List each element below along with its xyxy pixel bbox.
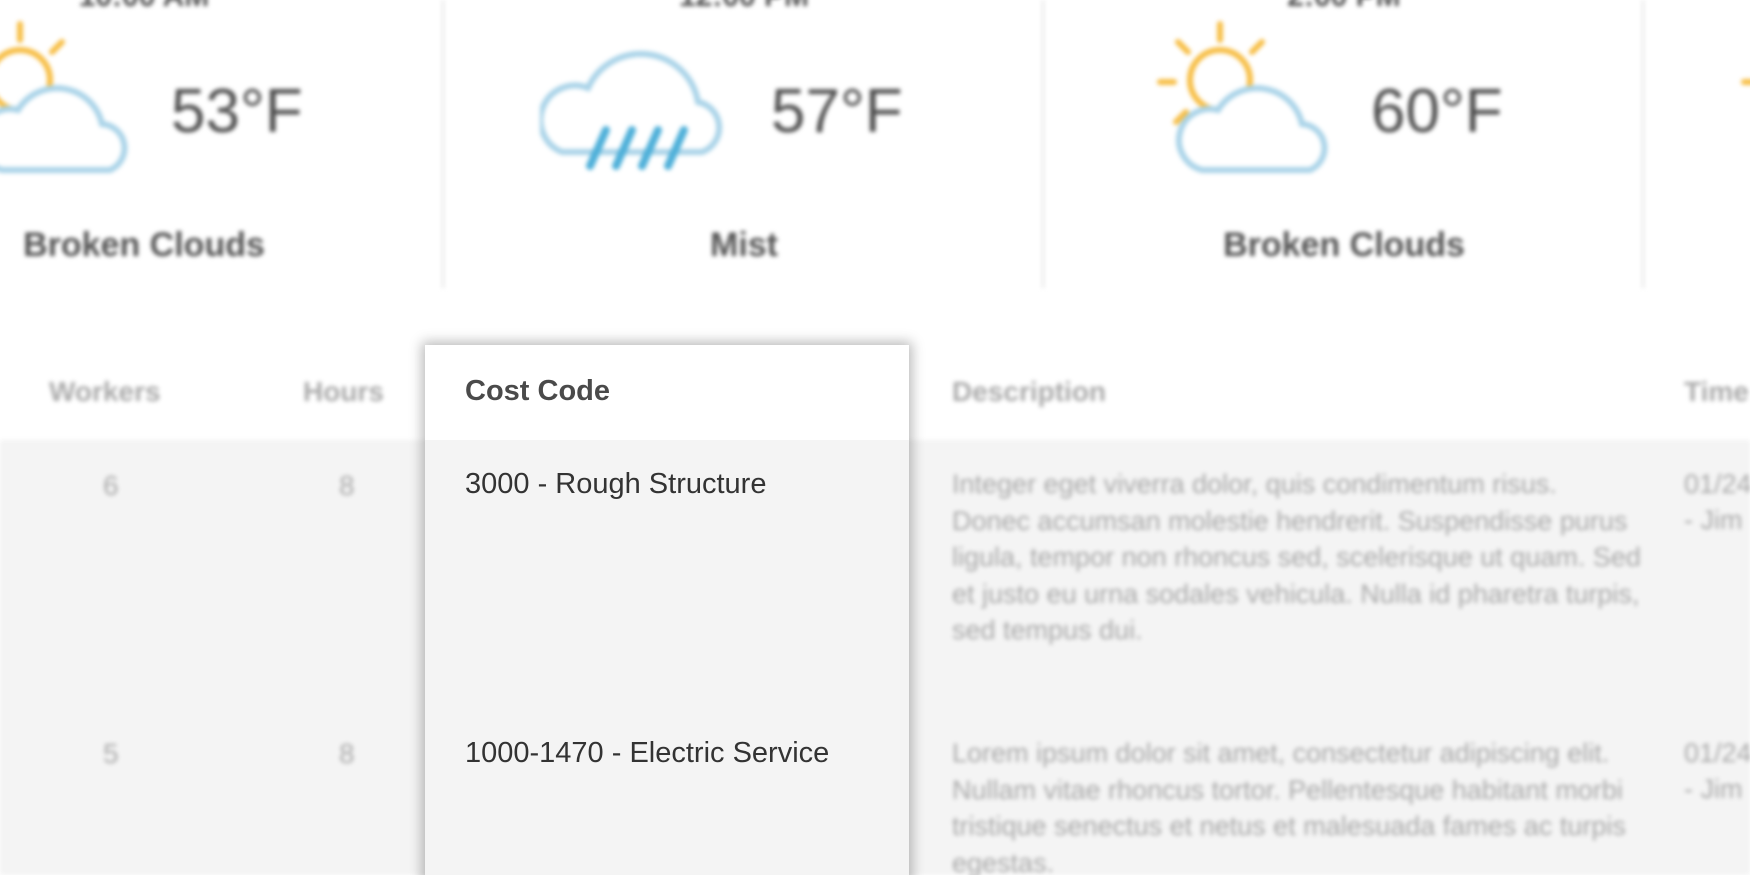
- cell-description: Lorem ipsum dolor sit amet, consectetur …: [952, 738, 1626, 875]
- cell-time-line: 01/24: [1684, 738, 1750, 768]
- cell-hours: 8: [339, 738, 355, 769]
- column-header-hours[interactable]: Hours: [303, 376, 384, 408]
- cost-code-header[interactable]: Cost Code: [425, 345, 909, 440]
- weather-condition: Broken Clouds: [1223, 226, 1465, 264]
- cell-time-line: - Jim: [1684, 505, 1743, 535]
- weather-time: 2:00 PM: [1044, 0, 1644, 14]
- cell-time-line: 01/24: [1684, 469, 1750, 499]
- cell-workers: 5: [103, 738, 119, 769]
- weather-temperature: 60°F: [1371, 77, 1503, 146]
- column-header-workers[interactable]: Workers: [49, 376, 161, 408]
- weather-condition: Broken Clouds: [23, 226, 265, 264]
- cell-description: Integer eget viverra dolor, quis condime…: [952, 469, 1641, 645]
- weather-card: [1644, 0, 1750, 290]
- cost-code-column: Cost Code 3000 - Rough Structure 1000-14…: [425, 345, 909, 875]
- weather-forecast-row: 10:00 AM 53°F Broken Clouds: [0, 0, 1750, 290]
- cell-time: 01/24 - Jim: [1684, 735, 1750, 807]
- weather-time: 12:00 PM: [444, 0, 1044, 14]
- cell-time-line: - Jim: [1684, 774, 1743, 804]
- cell-time: 01/24 - Jim: [1684, 466, 1750, 538]
- cell-hours: 8: [339, 470, 355, 501]
- sun-cloud-icon: [0, 21, 128, 173]
- rain-cloud-icon: [540, 50, 723, 170]
- weather-condition: Mist: [710, 226, 778, 264]
- cell-cost-code[interactable]: 1000-1470 - Electric Service: [465, 737, 829, 770]
- weather-card: 12:00 PM 57°F Mist: [444, 0, 1044, 290]
- weather-temperature: 57°F: [771, 77, 903, 146]
- daily-log-page: 10:00 AM 53°F Broken Clouds: [0, 0, 1750, 875]
- weather-card: 2:00 PM 60°F Broken Clouds: [1044, 0, 1644, 290]
- cell-cost-code[interactable]: 3000 - Rough Structure: [465, 468, 766, 501]
- column-header-cost-code[interactable]: Cost Code: [465, 375, 610, 408]
- column-header-description[interactable]: Description: [952, 376, 1106, 408]
- sun-icon: [1741, 79, 1750, 85]
- weather-card: 10:00 AM 53°F Broken Clouds: [0, 0, 444, 290]
- cell-workers: 6: [103, 470, 119, 501]
- weather-temperature: 53°F: [171, 77, 303, 146]
- sun-cloud-icon: [1157, 21, 1328, 173]
- column-header-time[interactable]: Time: [1684, 376, 1749, 408]
